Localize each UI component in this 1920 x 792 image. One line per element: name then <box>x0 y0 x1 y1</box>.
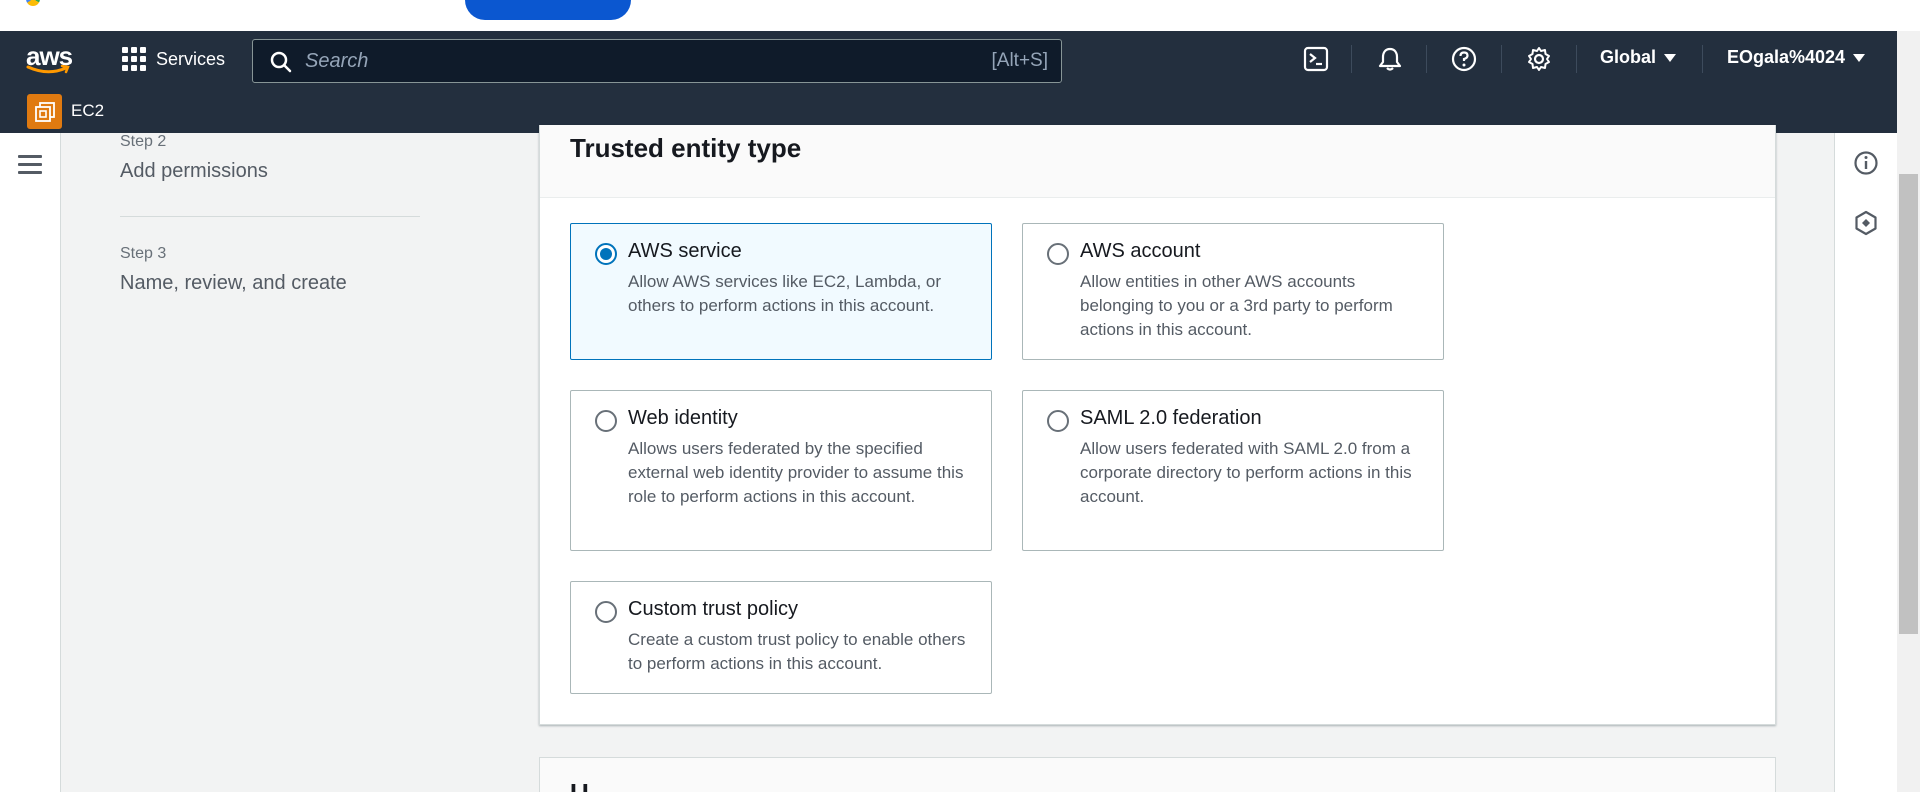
services-button[interactable]: Services <box>122 43 225 75</box>
nav-separator <box>1501 45 1502 73</box>
account-label: EOgala%4024 <box>1727 47 1846 67</box>
step-divider <box>120 216 420 217</box>
radio-button[interactable] <box>1047 243 1069 265</box>
tile-description: Allow entities in other AWS accounts bel… <box>1080 272 1393 339</box>
region-dropdown[interactable]: Global <box>1600 47 1677 68</box>
search-box[interactable]: [Alt+S] <box>252 39 1062 83</box>
services-label: Services <box>156 48 226 69</box>
step-3: Step 3 Name, review, and create <box>120 245 347 295</box>
tile-title: SAML 2.0 federation <box>1080 407 1262 429</box>
panel-header: Trusted entity type <box>540 125 1775 198</box>
search-shortcut-hint: [Alt+S] <box>991 50 1049 71</box>
tile-title: AWS account <box>1080 240 1201 262</box>
tile-saml-federation[interactable]: SAML 2.0 federation Allow users federate… <box>1022 390 1444 551</box>
info-icon[interactable] <box>1852 149 1880 177</box>
step-title[interactable]: Name, review, and create <box>120 272 347 295</box>
aws-smile-icon <box>26 65 70 74</box>
tile-custom-trust-policy[interactable]: Custom trust policy Create a custom trus… <box>570 581 992 694</box>
radio-button[interactable] <box>595 601 617 623</box>
step-title[interactable]: Add permissions <box>120 160 268 183</box>
left-side-rail <box>0 133 61 792</box>
tile-title: Web identity <box>628 407 738 429</box>
nav-separator <box>1702 45 1703 73</box>
scrollbar-thumb[interactable] <box>1899 174 1918 634</box>
nav-separator <box>1351 45 1352 73</box>
radio-button[interactable] <box>1047 410 1069 432</box>
top-navigation: aws Services [Alt+S] <box>0 31 1920 86</box>
aws-logo[interactable]: aws <box>24 41 76 75</box>
next-section-title: U <box>570 780 610 792</box>
tile-description: Create a custom trust policy to enable o… <box>628 630 966 673</box>
browser-action-button[interactable] <box>465 0 631 20</box>
tile-title: AWS service <box>628 240 742 262</box>
nav-separator <box>1426 45 1427 73</box>
tile-web-identity[interactable]: Web identity Allows users federated by t… <box>570 390 992 551</box>
page-scrollbar[interactable] <box>1897 31 1920 792</box>
browser-tab-icon <box>26 0 40 6</box>
help-icon[interactable] <box>1450 45 1478 73</box>
chevron-down-icon <box>1853 53 1866 62</box>
tile-aws-service[interactable]: AWS service Allow AWS services like EC2,… <box>570 223 992 360</box>
nav-separator <box>1576 45 1577 73</box>
grid-menu-icon <box>122 47 146 71</box>
settings-icon[interactable] <box>1525 45 1553 73</box>
step-number: Step 3 <box>120 245 167 262</box>
browser-strip <box>0 0 1920 31</box>
feedback-icon[interactable] <box>1852 209 1880 237</box>
search-icon <box>270 51 292 73</box>
bell-icon[interactable] <box>1376 45 1404 73</box>
tile-description: Allow users federated with SAML 2.0 from… <box>1080 439 1412 506</box>
panel-title: Trusted entity type <box>570 133 802 163</box>
tile-description: Allow AWS services like EC2, Lambda, or … <box>628 272 942 315</box>
menu-icon[interactable] <box>18 155 42 175</box>
tile-description: Allows users federated by the specified … <box>628 439 964 506</box>
ec2-icon[interactable] <box>27 94 62 129</box>
radio-button[interactable] <box>595 243 617 265</box>
service-label[interactable]: EC2 <box>71 101 104 121</box>
chevron-down-icon <box>1664 53 1677 62</box>
trusted-entity-panel: Trusted entity type AWS service Allow AW… <box>539 125 1776 725</box>
step-2: Step 2 Add permissions <box>120 133 268 183</box>
next-section-panel: U <box>539 757 1776 792</box>
radio-button[interactable] <box>595 410 617 432</box>
browser-fragment-text <box>52 0 252 5</box>
tile-aws-account[interactable]: AWS account Allow entities in other AWS … <box>1022 223 1444 360</box>
region-label: Global <box>1600 47 1657 67</box>
search-input[interactable] <box>305 46 945 76</box>
tile-title: Custom trust policy <box>628 598 799 620</box>
account-dropdown[interactable]: EOgala%4024 <box>1727 47 1866 68</box>
cloudshell-icon[interactable] <box>1302 45 1330 73</box>
right-side-rail <box>1834 133 1897 792</box>
step-number: Step 2 <box>120 133 167 150</box>
